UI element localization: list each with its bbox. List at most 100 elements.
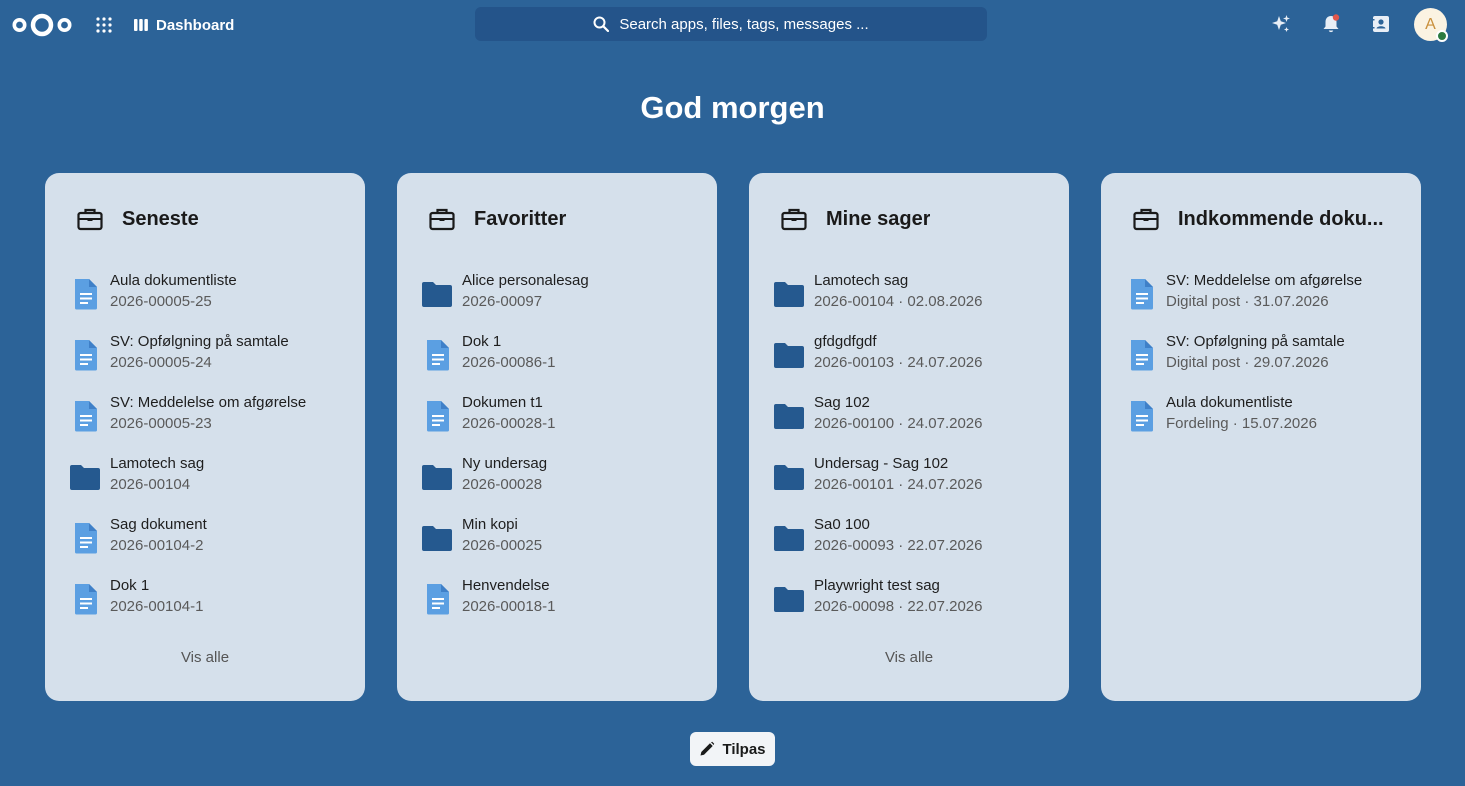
item-subtitle: 2026-00086-1 [462,354,556,371]
list-item[interactable]: SV: Opfølgning på samtale Digital post · … [1125,330,1411,391]
list-item[interactable]: Min kopi 2026-00025 [421,513,707,574]
user-avatar[interactable]: A [1414,8,1448,42]
widget-panel-my-cases: Mine sager Lamotech sag 2026-00104 · 02.08… [749,173,1069,701]
assistant-sparkle-icon[interactable] [1270,13,1292,35]
customize-button[interactable]: Tilpas [690,732,775,766]
folder-icon [421,277,455,311]
item-subtitle: 2026-00100 · 24.07.2026 [814,415,983,432]
item-title: Sa0 100 [814,516,870,533]
notifications-bell-icon[interactable] [1320,13,1342,35]
document-icon [69,582,103,616]
document-icon [69,277,103,311]
widget-title: Seneste [122,207,199,230]
folder-icon [773,338,807,372]
item-subtitle: 2026-00005-25 [110,293,212,310]
briefcase-icon [429,208,455,231]
customize-label: Tilpas [722,740,766,758]
list-item[interactable]: SV: Meddelelse om afgørelse Digital post … [1125,269,1411,330]
item-subtitle: Digital post · 31.07.2026 [1166,293,1329,310]
item-title: Lamotech sag [110,455,205,472]
list-item[interactable]: Ny undersag 2026-00028 [421,452,707,513]
list-item[interactable]: Sag 102 2026-00100 · 24.07.2026 [773,391,1059,452]
avatar-letter: A [1425,15,1436,33]
item-title: Dok 1 [110,577,150,594]
widget-panel-recent: Seneste Aula dokumentliste 2026-00005-25 SV… [45,173,365,701]
item-title: Henvendelse [462,577,550,594]
item-title: SV: Meddelelse om afgørelse [1166,272,1363,289]
item-subtitle: 2026-00028-1 [462,415,556,432]
list-item[interactable]: Sag dokument 2026-00104-2 [69,513,355,574]
widget-header: Indkommende doku... [1132,204,1401,234]
nextcloud-logo-icon[interactable] [11,12,73,38]
item-title: SV: Opfølgning på samtale [110,333,289,350]
item-subtitle: 2026-00028 [462,476,543,493]
show-all-link[interactable]: Vis alle [45,649,365,666]
document-icon [69,399,103,433]
contacts-icon[interactable] [1370,13,1392,35]
widget-header: Favoritter [428,204,697,234]
item-subtitle: 2026-00005-24 [110,354,212,371]
list-item[interactable]: Aula dokumentliste 2026-00005-25 [69,269,355,330]
document-icon [69,521,103,555]
greeting-heading: God morgen [640,90,825,125]
show-all-link[interactable]: Vis alle [749,649,1069,666]
online-status-icon [1436,30,1448,42]
list-item[interactable]: Sa0 100 2026-00093 · 22.07.2026 [773,513,1059,574]
app-menu-grid-icon[interactable] [96,17,112,33]
dashboard-label: Dashboard [156,16,235,34]
list-item[interactable]: SV: Meddelelse om afgørelse 2026-00005-23 [69,391,355,452]
folder-icon [773,460,807,494]
widget-item-list: Alice personalesag 2026-00097 Dok 1 2026-00… [421,269,707,635]
folder-icon [69,460,103,494]
list-item[interactable]: SV: Opfølgning på samtale 2026-00005-24 [69,330,355,391]
document-icon [1125,399,1159,433]
list-item[interactable]: Dokumen t1 2026-00028-1 [421,391,707,452]
document-icon [1125,277,1159,311]
list-item[interactable]: Henvendelse 2026-00018-1 [421,574,707,635]
item-title: Ny undersag [462,455,548,472]
list-item[interactable]: Dok 1 2026-00086-1 [421,330,707,391]
folder-icon [421,460,455,494]
unified-search-input[interactable]: Search apps, files, tags, messages ... [475,7,987,41]
briefcase-icon [781,208,807,231]
widget-header: Mine sager [780,204,1049,234]
item-subtitle: 2026-00018-1 [462,598,556,615]
list-item[interactable]: Undersag - Sag 102 2026-00101 · 24.07.202… [773,452,1059,513]
list-item[interactable]: Lamotech sag 2026-00104 [69,452,355,513]
document-icon [421,338,455,372]
item-subtitle: 2026-00025 [462,537,543,554]
briefcase-icon [1133,208,1159,231]
document-icon [421,399,455,433]
list-item[interactable]: Alice personalesag 2026-00097 [421,269,707,330]
document-icon [421,582,455,616]
item-title: Lamotech sag [814,272,909,289]
dashboard-nav-link[interactable]: Dashboard [134,15,234,35]
item-title: Alice personalesag [462,272,589,289]
item-title: Min kopi [462,516,518,533]
item-title: Aula dokumentliste [110,272,237,289]
folder-icon [773,277,807,311]
widget-title: Favoritter [474,207,567,230]
widget-header: Seneste [76,204,345,234]
dashboard-icon [134,19,148,31]
item-subtitle: 2026-00097 [462,293,543,310]
widget-item-list: SV: Meddelelse om afgørelse Digital post … [1125,269,1411,452]
list-item[interactable]: Playwright test sag 2026-00098 · 22.07.20… [773,574,1059,635]
item-title: Undersag - Sag 102 [814,455,949,472]
search-placeholder: Search apps, files, tags, messages ... [619,15,869,33]
item-subtitle: Digital post · 29.07.2026 [1166,354,1329,371]
list-item[interactable]: Lamotech sag 2026-00104 · 02.08.2026 [773,269,1059,330]
folder-icon [773,399,807,433]
list-item[interactable]: Aula dokumentliste Fordeling · 15.07.2026 [1125,391,1411,452]
list-item[interactable]: Dok 1 2026-00104-1 [69,574,355,635]
list-item[interactable]: gfdgdfgdf 2026-00103 · 24.07.2026 [773,330,1059,391]
item-subtitle: 2026-00104-1 [110,598,204,615]
item-subtitle: 2026-00101 · 24.07.2026 [814,476,983,493]
search-icon [593,16,610,32]
item-title: Dokumen t1 [462,394,543,411]
item-title: Sag 102 [814,394,870,411]
item-subtitle: 2026-00093 · 22.07.2026 [814,537,983,554]
widget-item-list: Aula dokumentliste 2026-00005-25 SV: Opføl… [69,269,355,635]
folder-icon [773,582,807,616]
item-subtitle: 2026-00005-23 [110,415,212,432]
